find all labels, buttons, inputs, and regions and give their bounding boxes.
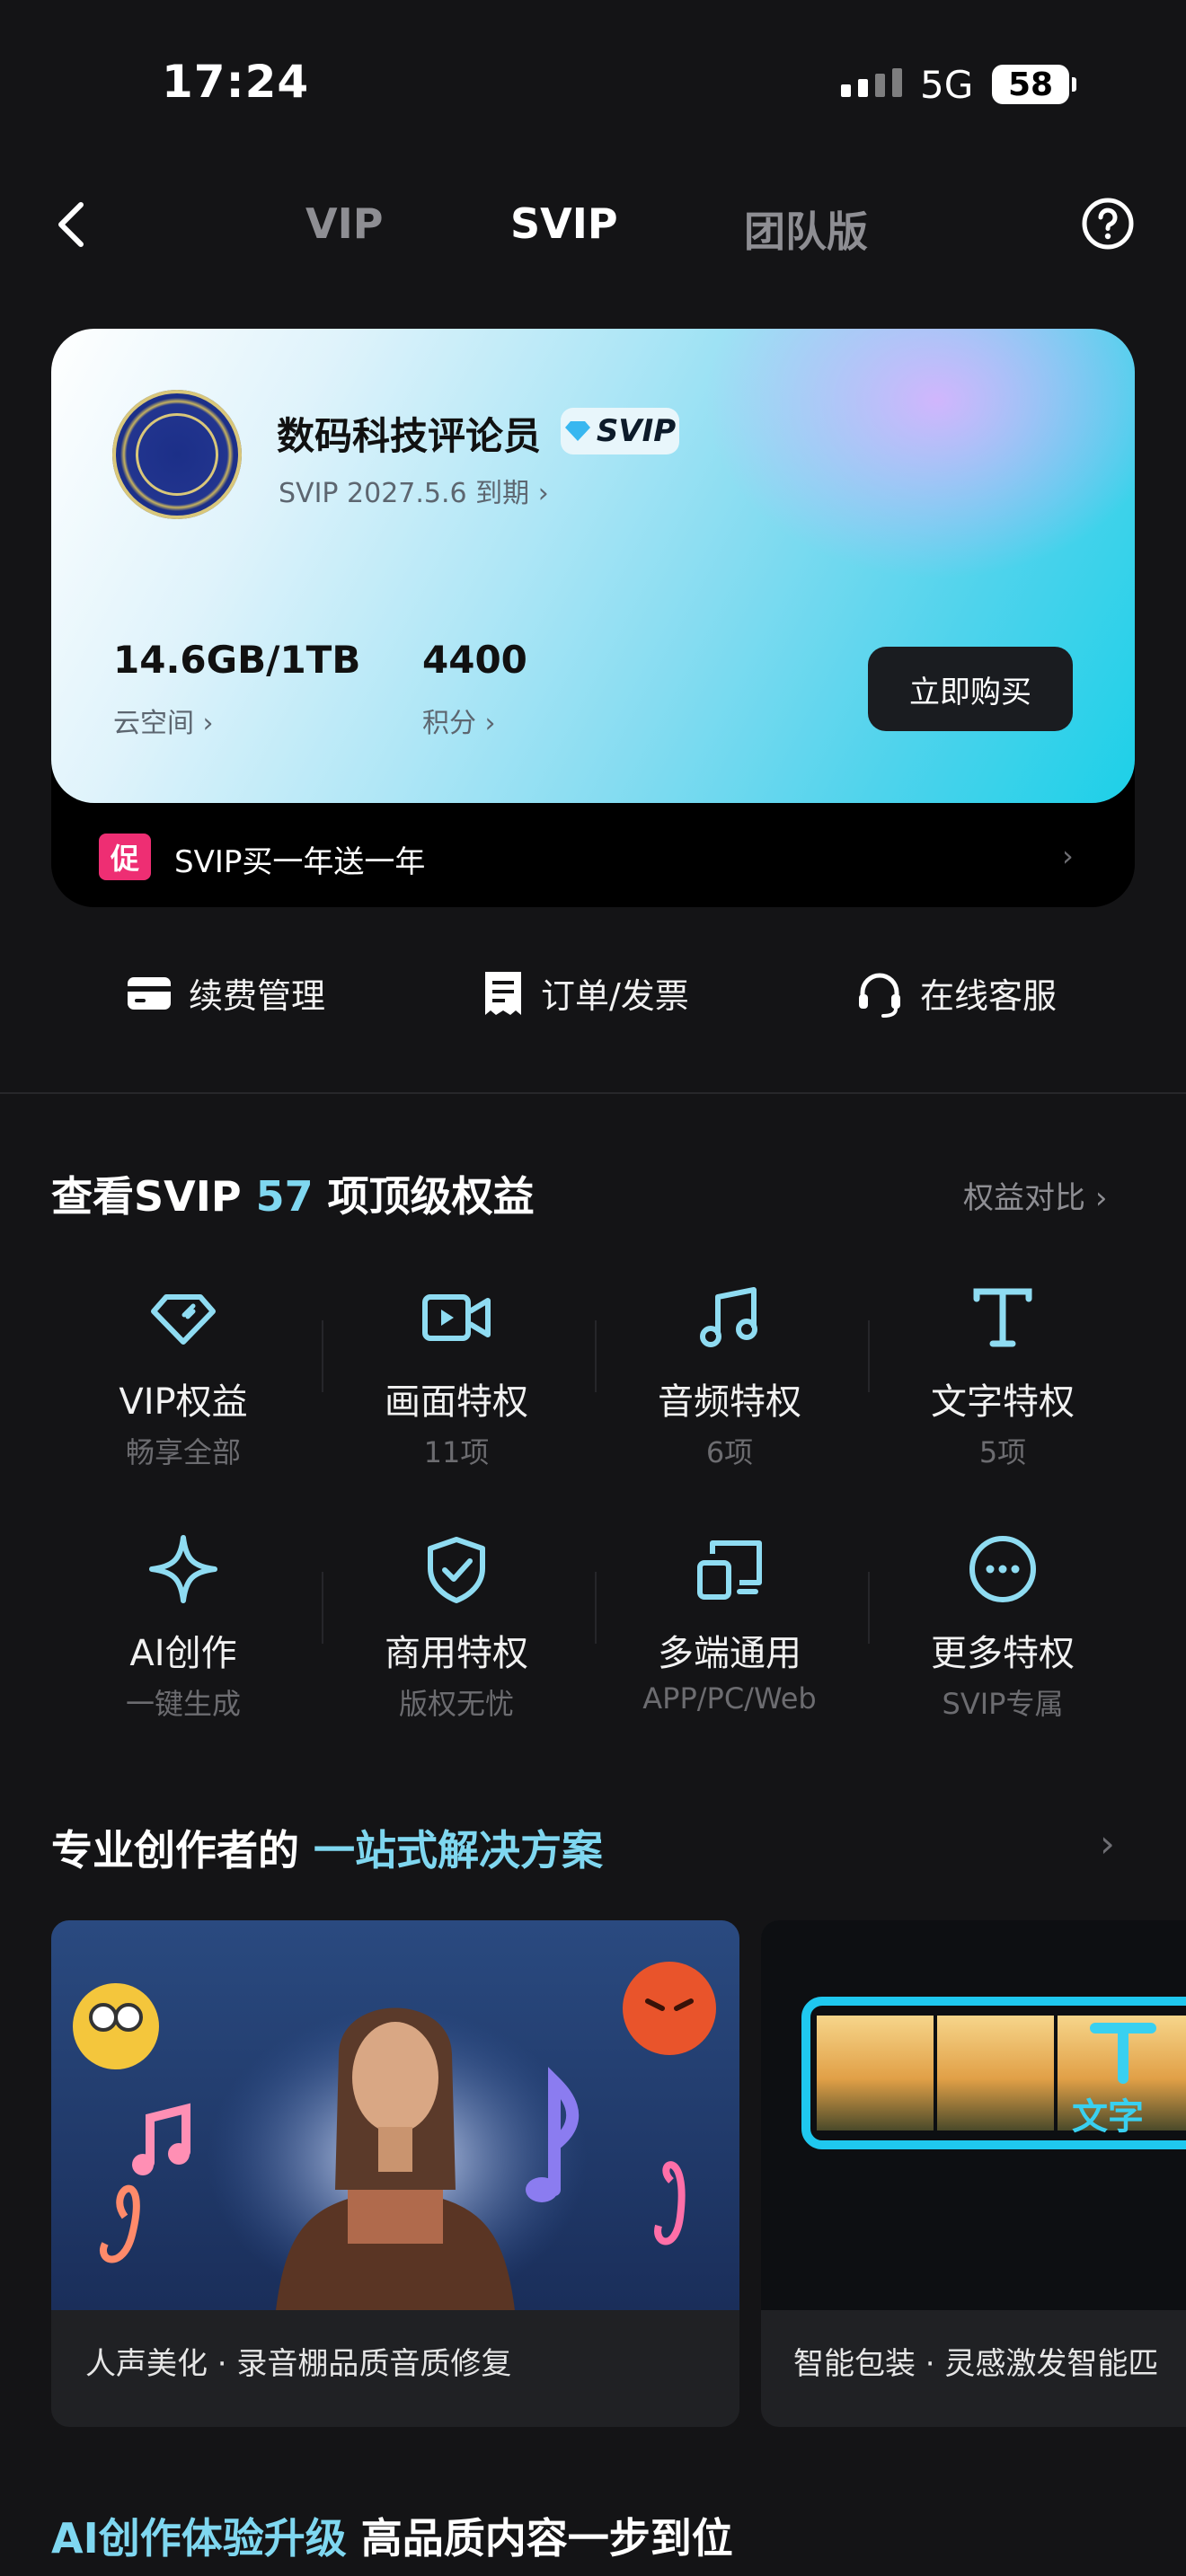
solutions-title: 专业创作者的 一站式解决方案 [51,1818,603,1877]
solution-caption: 人声美化 · 录音棚品质音质修复 [85,2346,512,2382]
video-icon [422,1294,491,1341]
devices-icon [697,1540,762,1600]
benefit-separator [595,1320,597,1392]
buy-now-button[interactable]: 立即购买 [868,647,1073,731]
benefit-subtitle: APP/PC/Web [642,1681,817,1716]
tab-team[interactable]: 团队版 [744,199,868,259]
benefit-separator [868,1572,870,1644]
promo-tag: 促 [99,834,151,880]
benefit-separator [322,1572,323,1644]
cloud-storage-label: 云空间 [113,708,194,739]
member-card [51,329,1135,803]
benefit-title: 多端通用 [658,1633,801,1674]
tab-vip[interactable]: VIP [305,199,383,248]
points-label: 积分 [422,708,476,739]
benefit-subtitle: 版权无忧 [398,1687,514,1721]
chevron-right-icon: › [1094,1180,1108,1216]
benefit-multi-device[interactable]: 多端通用 APP/PC/Web [622,1532,837,1716]
signal-icon [841,68,902,97]
benefit-more[interactable]: 更多特权 SVIP专属 [895,1532,1111,1723]
chevron-right-icon: › [202,708,214,739]
svip-badge: SVIP [561,408,679,454]
card-icon [128,976,171,1010]
voice-beautify-image [51,1920,739,2310]
benefit-separator [595,1572,597,1644]
headset-icon [859,973,900,1018]
compare-benefits-label: 权益对比 [963,1180,1085,1216]
cloud-storage-value: 14.6GB/1TB [113,638,361,682]
compare-benefits-link[interactable]: 权益对比 › [963,1173,1107,1217]
back-icon[interactable] [52,199,92,250]
quick-action-label: 订单/发票 [541,976,689,1016]
benefits-count: 57 [255,1172,314,1221]
overlay-text: 文字 [1072,2096,1144,2138]
benefit-title: 商用特权 [385,1633,528,1674]
more-icon [969,1536,1036,1602]
username: 数码科技评论员 [277,414,542,458]
music-note-icon [700,1287,757,1347]
ai-title-accent: AI创作体验升级 [51,2514,347,2563]
benefit-title: VIP权益 [119,1381,248,1423]
shield-check-icon [428,1537,485,1603]
benefits-title-suffix: 项顶级权益 [327,1172,535,1221]
cloud-storage-link[interactable]: 云空间 › [113,701,214,740]
benefit-subtitle: SVIP专属 [942,1687,1064,1721]
benefit-separator [322,1320,323,1392]
tab-svip[interactable]: SVIP [510,199,618,248]
benefit-vip[interactable]: VIP权益 畅享全部 [75,1281,291,1471]
chevron-right-icon: › [537,478,549,509]
section-divider [0,1092,1186,1094]
benefit-subtitle: 畅享全部 [125,1435,241,1469]
benefit-separator [868,1320,870,1392]
benefit-ai[interactable]: AI创作 一键生成 [75,1532,291,1723]
solution-card-packaging[interactable]: 文字 智能包装 · 灵感激发智能匹 [761,1920,1186,2427]
chevron-right-icon[interactable]: › [1100,1822,1115,1866]
chevron-right-icon[interactable]: › [1062,839,1074,873]
battery-level: 58 [1007,66,1054,103]
benefit-title: 画面特权 [385,1381,528,1423]
network-label: 5G [920,63,974,107]
quick-action-label: 在线客服 [920,976,1058,1016]
expiry-date[interactable]: SVIP 2027.5.6 到期 › [279,471,549,510]
benefit-title: 音频特权 [658,1381,801,1423]
solutions-title-accent: 一站式解决方案 [314,1826,604,1875]
text-icon [973,1288,1032,1347]
diamond-icon [151,1294,216,1345]
solution-card-voice[interactable]: 人声美化 · 录音棚品质音质修复 [51,1920,739,2427]
benefit-subtitle: 11项 [423,1435,490,1469]
benefit-title: 文字特权 [931,1381,1075,1423]
promo-text[interactable]: SVIP买一年送一年 [174,837,425,881]
status-time: 17:24 [162,56,310,108]
battery-icon: 58 [992,65,1076,104]
benefits-title: 查看SVIP 57 项顶级权益 [51,1164,535,1223]
benefit-title: AI创作 [129,1633,237,1674]
solutions-title-prefix: 专业创作者的 [51,1826,299,1875]
benefit-audio[interactable]: 音频特权 6项 [622,1281,837,1471]
benefit-visual[interactable]: 画面特权 11项 [349,1281,564,1471]
solution-caption: 智能包装 · 灵感激发智能匹 [793,2346,1159,2382]
ai-title-rest: 高品质内容一步到位 [360,2514,733,2563]
benefit-text[interactable]: 文字特权 5项 [895,1281,1111,1471]
ai-section-title: AI创作体验升级 高品质内容一步到位 [51,2506,733,2565]
avatar[interactable] [112,390,242,519]
renewal-management-button[interactable]: 续费管理 [126,968,325,1018]
orders-invoice-button[interactable]: 订单/发票 [482,968,689,1018]
benefit-subtitle: 一键生成 [125,1687,241,1721]
benefit-commercial[interactable]: 商用特权 版权无忧 [349,1532,564,1723]
points-value: 4400 [422,638,527,682]
points-link[interactable]: 积分 › [422,701,496,740]
receipt-icon [485,971,521,1015]
expiry-text: SVIP 2027.5.6 到期 [279,478,530,509]
diamond-badge-icon [564,421,590,441]
sparkle-icon [149,1535,217,1603]
online-service-button[interactable]: 在线客服 [855,968,1057,1018]
quick-action-label: 续费管理 [189,976,326,1016]
chevron-right-icon: › [484,708,496,739]
benefit-subtitle: 6项 [705,1435,754,1469]
help-icon[interactable] [1082,198,1134,250]
benefits-title-prefix: 查看SVIP [51,1172,242,1221]
benefit-subtitle: 5项 [978,1435,1027,1469]
svip-badge-label: SVIP [596,413,677,449]
benefit-title: 更多特权 [931,1633,1075,1674]
